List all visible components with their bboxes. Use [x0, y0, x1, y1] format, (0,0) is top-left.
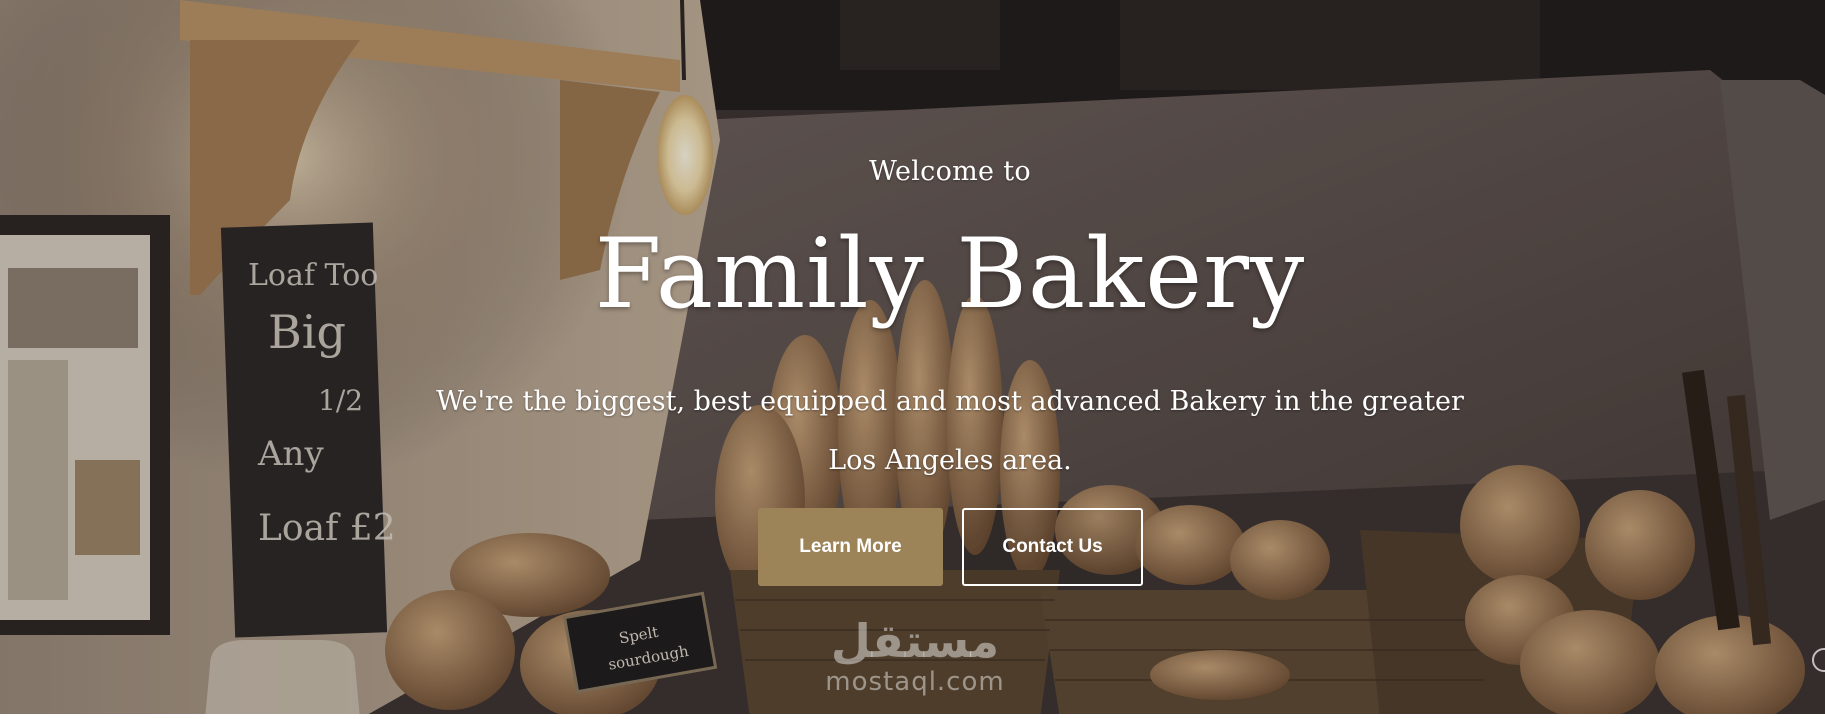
- learn-more-button[interactable]: Learn More: [758, 508, 943, 586]
- bottom-divider: [0, 714, 1825, 719]
- hero-section: Loaf Too Big 1/2 Any Loaf £2 Spelt sourd…: [0, 0, 1825, 719]
- page-title: Family Bakery: [594, 218, 1306, 330]
- hero-content: Welcome to Family Bakery We're the bigge…: [0, 0, 1825, 719]
- watermark-logo: مستقل: [830, 614, 1000, 668]
- watermark: مستقل mostaql.com: [800, 615, 1030, 697]
- contact-us-button[interactable]: Contact Us: [962, 508, 1143, 586]
- watermark-text: mostaql.com: [825, 667, 1005, 697]
- hero-tagline: We're the biggest, best equipped and mos…: [436, 386, 1464, 476]
- welcome-text: Welcome to: [869, 156, 1031, 187]
